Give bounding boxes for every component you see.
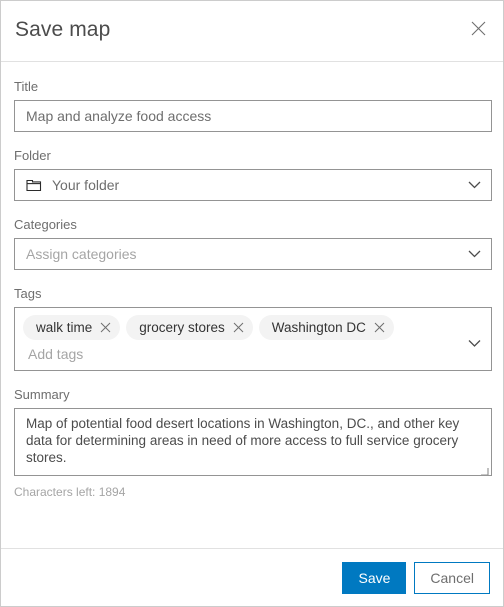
save-button[interactable]: Save	[342, 561, 407, 594]
tag-chip-label: Washington DC	[271, 320, 366, 335]
chevron-down-icon[interactable]	[468, 181, 481, 190]
summary-text-value: Map of potential food desert locations i…	[26, 416, 464, 465]
title-input-value: Map and analyze food access	[26, 108, 212, 124]
tag-chip[interactable]: walk time	[23, 315, 121, 340]
dialog-body: Title Map and analyze food access Folder…	[1, 79, 503, 499]
close-icon[interactable]	[374, 322, 385, 333]
field-summary: Summary Map of potential food desert loc…	[14, 387, 492, 499]
field-tags: Tags walk time grocery stores Washington…	[14, 286, 492, 371]
close-icon[interactable]	[100, 322, 111, 333]
tag-chip-list: walk time grocery stores Washington DC	[23, 315, 461, 340]
tags-input-container[interactable]: walk time grocery stores Washington DC A…	[14, 307, 492, 371]
close-button[interactable]	[463, 13, 493, 43]
chevron-down-icon[interactable]	[468, 250, 481, 259]
close-icon	[471, 21, 486, 36]
title-input[interactable]: Map and analyze food access	[14, 100, 492, 132]
chevron-down-icon[interactable]	[468, 339, 481, 348]
folder-label: Folder	[14, 148, 51, 163]
tag-chip[interactable]: Washington DC	[258, 315, 394, 340]
field-categories: Categories Assign categories	[14, 217, 492, 270]
folder-icon	[26, 178, 42, 192]
close-icon[interactable]	[233, 322, 244, 333]
cancel-button[interactable]: Cancel	[414, 561, 490, 594]
characters-left-text: Characters left: 1894	[14, 485, 126, 499]
tag-chip-label: grocery stores	[139, 320, 225, 335]
field-folder: Folder Your folder	[14, 148, 492, 201]
tags-label: Tags	[14, 286, 42, 301]
field-title: Title Map and analyze food access	[14, 79, 492, 132]
folder-select[interactable]: Your folder	[14, 169, 492, 201]
summary-textarea[interactable]: Map of potential food desert locations i…	[14, 408, 492, 476]
tag-chip[interactable]: grocery stores	[126, 315, 253, 340]
categories-placeholder: Assign categories	[26, 246, 137, 262]
title-label: Title	[14, 79, 39, 94]
categories-label: Categories	[14, 217, 77, 232]
dialog-header: Save map	[1, 1, 503, 62]
tags-input[interactable]: Add tags	[23, 345, 461, 363]
save-map-dialog: Save map Title Map and analyze food acce…	[0, 0, 504, 607]
summary-label: Summary	[14, 387, 70, 402]
tag-chip-label: walk time	[36, 320, 93, 335]
folder-value: Your folder	[52, 177, 120, 193]
dialog-footer: Save Cancel	[1, 548, 503, 606]
page-title: Save map	[15, 18, 111, 41]
categories-select[interactable]: Assign categories	[14, 238, 492, 270]
